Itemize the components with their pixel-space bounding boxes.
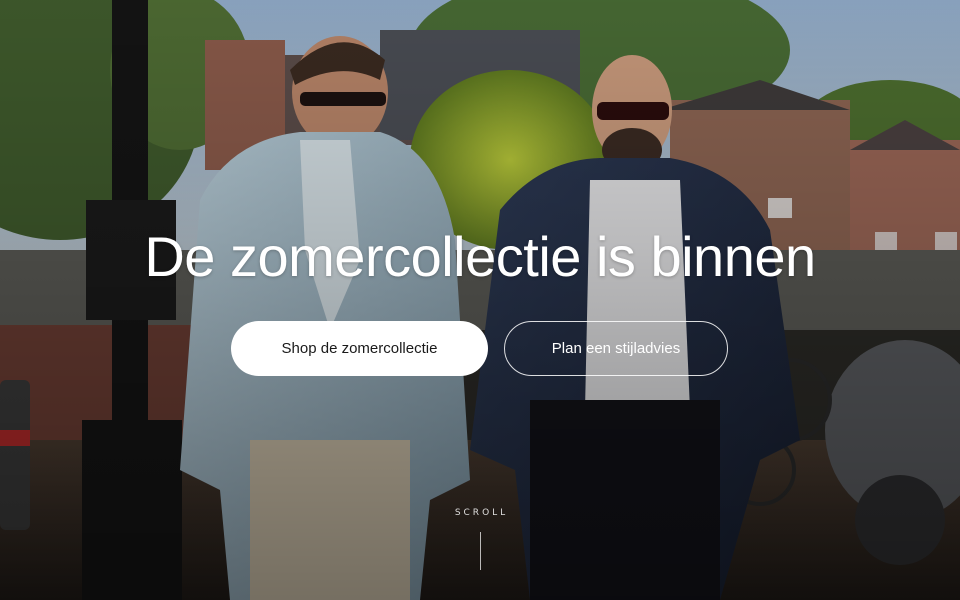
scroll-label: SCROLL (454, 508, 509, 518)
scroll-line-icon (479, 532, 481, 570)
hero-section: De zomercollectie is binnen Shop de zome… (0, 0, 960, 600)
shop-summer-collection-button[interactable]: Shop de zomercollectie (231, 321, 488, 376)
scroll-indicator[interactable]: SCROLL (440, 508, 520, 570)
hero-title: De zomercollectie is binnen (144, 225, 816, 288)
plan-style-advice-button[interactable]: Plan een stijladvies (504, 321, 728, 376)
